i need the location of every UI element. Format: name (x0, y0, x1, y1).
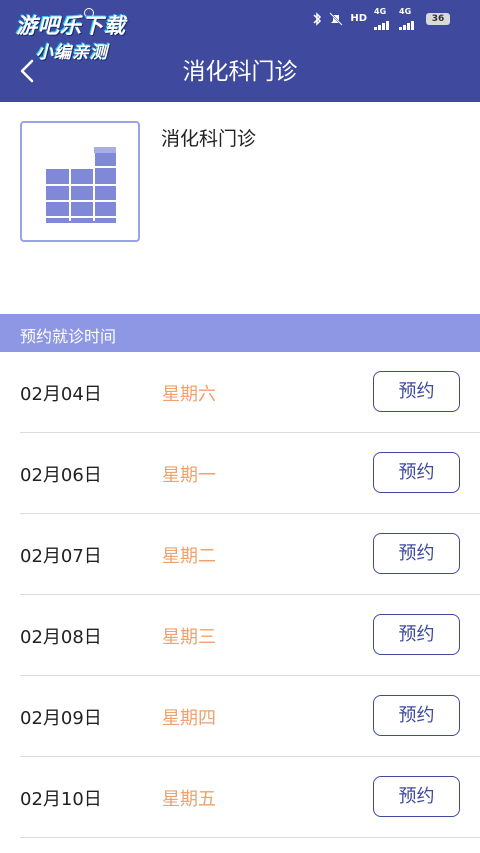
schedule-date: 02月08日 (20, 627, 102, 648)
hd-indicator: HD (350, 13, 367, 24)
watermark-line1: 游吧乐下载 (16, 14, 126, 38)
schedule-date: 02月07日 (20, 546, 102, 567)
schedule-weekday: 星期一 (162, 465, 216, 486)
signal-2: 4G (399, 8, 417, 30)
schedule-row: 02月09日 星期四 预约 (20, 676, 480, 757)
schedule-row: 02月06日 星期一 预约 (20, 433, 480, 514)
book-button[interactable]: 预约 (373, 371, 460, 412)
schedule-row: 02月08日 星期三 预约 (20, 595, 480, 676)
signal-bars-2-icon (399, 16, 417, 30)
book-button[interactable]: 预约 (373, 452, 460, 493)
app-header: HD 4G 4G 36 游吧乐下载 小编亲测 消化科门诊 (0, 0, 480, 102)
schedule-row: 02月04日 星期六 预约 (20, 352, 480, 433)
book-button[interactable]: 预约 (373, 776, 460, 817)
schedule-date: 02月10日 (20, 789, 102, 810)
schedule-date: 02月09日 (20, 708, 102, 729)
department-image (20, 121, 140, 242)
schedule-date: 02月04日 (20, 384, 102, 405)
book-button[interactable]: 预约 (373, 614, 460, 655)
schedule-weekday: 星期五 (162, 789, 216, 810)
schedule-weekday: 星期四 (162, 708, 216, 729)
schedule-weekday: 星期二 (162, 546, 216, 567)
schedule-row: 02月07日 星期二 预约 (20, 514, 480, 595)
page-title: 消化科门诊 (182, 59, 298, 85)
network-type-2: 4G (399, 7, 412, 16)
building-icon (46, 147, 116, 223)
schedule-row: 02月10日 星期五 预约 (20, 757, 480, 838)
bluetooth-icon (313, 12, 322, 26)
schedule-date: 02月06日 (20, 465, 102, 486)
network-type-1: 4G (374, 7, 387, 16)
schedule-weekday: 星期三 (162, 627, 216, 648)
schedule-weekday: 星期六 (162, 384, 216, 405)
book-button[interactable]: 预约 (373, 533, 460, 574)
book-button[interactable]: 预约 (373, 695, 460, 736)
battery-icon: 36 (426, 13, 450, 25)
mute-icon (329, 12, 344, 26)
section-header: 预约就诊时间 (0, 314, 480, 352)
signal-1: 4G (374, 8, 392, 30)
department-name: 消化科门诊 (161, 128, 257, 150)
signal-bars-1-icon (374, 16, 392, 30)
section-label: 预约就诊时间 (20, 327, 117, 346)
